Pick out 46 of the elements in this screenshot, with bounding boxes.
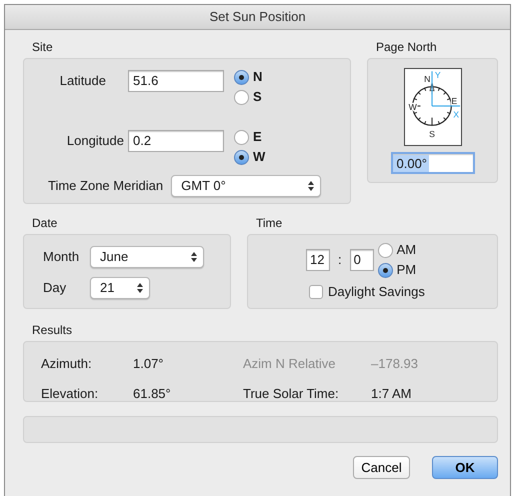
- time-zone-dropdown[interactable]: GMT 0°: [171, 175, 322, 197]
- radio-button[interactable]: AM: [378, 240, 416, 260]
- longitude-field[interactable]: 0.2: [128, 130, 224, 152]
- radio-button[interactable]: PM: [378, 260, 416, 280]
- group-title: Site: [32, 39, 54, 56]
- result-value: –178.93: [371, 355, 419, 373]
- hour-field[interactable]: 12: [306, 249, 330, 271]
- angle-field[interactable]: 0.00°: [390, 152, 474, 174]
- field-label: Time Zone Meridian: [48, 177, 164, 196]
- axis-letter: X: [452, 110, 459, 120]
- axes-lines: [431, 70, 460, 107]
- group-title: Time: [256, 215, 284, 232]
- result-value: 1.07°: [133, 355, 165, 373]
- latitude-field[interactable]: 51.6: [128, 70, 224, 92]
- stepper-arrows-icon: [191, 252, 197, 262]
- compass-letter: N: [424, 74, 430, 84]
- field-label: Longitude: [66, 132, 124, 150]
- result-label: Elevation:: [41, 384, 100, 402]
- result-value: 1:7 AM: [371, 384, 412, 402]
- radio-button[interactable]: E: [234, 127, 266, 147]
- month-dropdown[interactable]: June: [90, 246, 204, 268]
- radio-button[interactable]: N: [234, 67, 262, 87]
- result-value: 61.85°: [133, 384, 172, 402]
- stepper-arrows-icon: [137, 283, 143, 293]
- radio-button[interactable]: S: [234, 87, 262, 107]
- minute-field[interactable]: 0: [350, 249, 374, 271]
- window-title: Set Sun Position: [209, 8, 306, 26]
- radio-button[interactable]: W: [234, 147, 266, 167]
- dialog-button[interactable]: Cancel: [353, 456, 410, 479]
- field-label: Latitude: [58, 72, 106, 90]
- dialog-button[interactable]: OK: [432, 456, 498, 479]
- day-dropdown[interactable]: 21: [90, 277, 150, 299]
- group-title: Date: [32, 215, 58, 232]
- result-label: Azimuth:: [41, 355, 93, 373]
- result-label: Azim N Relative: [243, 355, 336, 373]
- result-label: True Solar Time:: [243, 384, 340, 402]
- compass-letter: E: [450, 96, 457, 106]
- stepper-arrows-icon: [308, 181, 314, 191]
- compass-letter: S: [428, 128, 434, 139]
- group-title: Page North: [376, 39, 438, 56]
- axis-letter: Y: [434, 70, 440, 80]
- field-label: Month: [43, 248, 80, 266]
- field-label: Day: [43, 279, 68, 298]
- group-title: Results: [32, 322, 74, 339]
- time-separator: :: [338, 251, 342, 270]
- daylight-savings-checkbox[interactable]: Daylight Savings: [309, 282, 425, 302]
